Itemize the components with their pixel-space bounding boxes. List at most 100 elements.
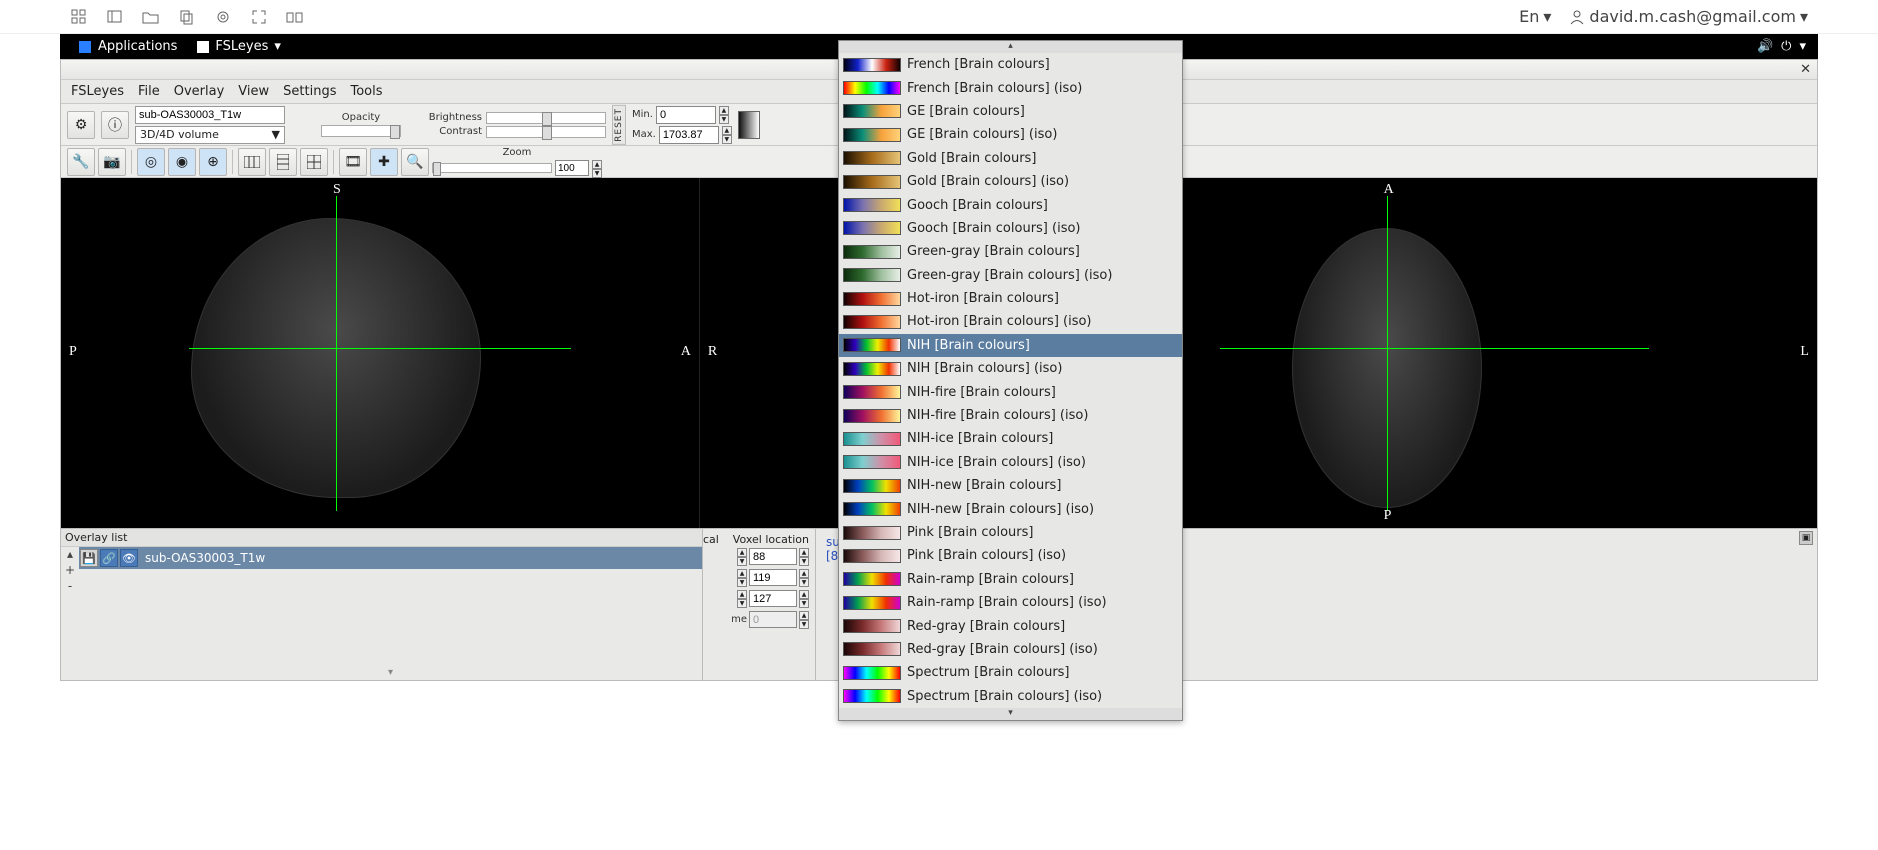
- overlay-remove-button[interactable]: -: [68, 579, 72, 593]
- zoom-slider[interactable]: [432, 163, 552, 173]
- colormap-option[interactable]: NIH [Brain colours]: [839, 334, 1182, 357]
- colormap-option[interactable]: Hot-iron [Brain colours] (iso): [839, 310, 1182, 333]
- opacity-slider[interactable]: [321, 125, 401, 137]
- colormap-option[interactable]: GE [Brain colours] (iso): [839, 123, 1182, 146]
- layout-horizontal-button[interactable]: [238, 148, 266, 176]
- layout-grid-button[interactable]: [300, 148, 328, 176]
- colormap-option[interactable]: Green-gray [Brain colours]: [839, 240, 1182, 263]
- chevron-down-icon[interactable]: ▾: [1799, 39, 1806, 54]
- settings-icon[interactable]: [214, 8, 232, 26]
- volume-icon[interactable]: 🔊: [1757, 39, 1773, 54]
- colormap-option[interactable]: Spectrum [Brain colours] (iso): [839, 685, 1182, 708]
- display-max-input[interactable]: [659, 126, 719, 144]
- snap-icon[interactable]: [286, 8, 304, 26]
- menu-settings[interactable]: Settings: [283, 84, 336, 99]
- colormap-option[interactable]: Red-gray [Brain colours] (iso): [839, 638, 1182, 661]
- colormap-option[interactable]: Gold [Brain colours] (iso): [839, 170, 1182, 193]
- voxel-y-spinner[interactable]: ▲▼: [799, 569, 809, 586]
- power-icon[interactable]: ⏻: [1781, 39, 1791, 54]
- min-spinner[interactable]: ▲▼: [719, 106, 729, 124]
- overlay-info-button[interactable]: ⓘ: [101, 111, 129, 139]
- copy-icon[interactable]: [178, 8, 196, 26]
- world-y-spinner[interactable]: ▲▼: [737, 569, 747, 586]
- contrast-slider[interactable]: [486, 126, 606, 138]
- colormap-option[interactable]: NIH-ice [Brain colours]: [839, 427, 1182, 450]
- colormap-option[interactable]: Red-gray [Brain colours]: [839, 614, 1182, 637]
- display-min-input[interactable]: [656, 106, 716, 124]
- overlay-up-button[interactable]: ▴: [67, 547, 73, 561]
- panel-close-button[interactable]: ▣: [1799, 531, 1813, 545]
- zoom-tool-button[interactable]: 🔍: [401, 148, 429, 176]
- overlay-settings-button[interactable]: ⚙: [67, 111, 95, 139]
- menu-view[interactable]: View: [238, 84, 269, 99]
- colormap-option[interactable]: Spectrum [Brain colours]: [839, 661, 1182, 684]
- world-x-spinner[interactable]: ▲▼: [737, 548, 747, 565]
- voxel-z-spinner[interactable]: ▲▼: [799, 590, 809, 607]
- volume-spinner[interactable]: ▲▼: [799, 611, 809, 628]
- colormap-option[interactable]: Rain-ramp [Brain colours] (iso): [839, 591, 1182, 614]
- pan-button[interactable]: ✚: [370, 148, 398, 176]
- colormap-option[interactable]: NIH-new [Brain colours]: [839, 474, 1182, 497]
- max-spinner[interactable]: ▲▼: [722, 126, 732, 144]
- language-indicator[interactable]: En ▾: [1519, 7, 1551, 26]
- colormap-label: Rain-ramp [Brain colours] (iso): [907, 595, 1107, 610]
- overlay-name-input[interactable]: [135, 106, 285, 124]
- brightness-slider[interactable]: [486, 112, 606, 124]
- colormap-option[interactable]: Gold [Brain colours]: [839, 147, 1182, 170]
- taskbar-app-fsleyes[interactable]: FSLeyes ▾: [187, 37, 291, 56]
- scroll-down-indicator[interactable]: ▾: [839, 708, 1182, 720]
- colormap-option[interactable]: Pink [Brain colours]: [839, 521, 1182, 544]
- voxel-x-input[interactable]: [749, 548, 797, 565]
- movie-mode-button[interactable]: 🎞: [339, 148, 367, 176]
- render-mode-select[interactable]: 3D/4D volume▼: [135, 126, 285, 144]
- colormap-option[interactable]: Hot-iron [Brain colours]: [839, 287, 1182, 310]
- toggle-cursor-button[interactable]: ◎: [137, 148, 165, 176]
- menu-overlay[interactable]: Overlay: [174, 84, 225, 99]
- voxel-x-spinner[interactable]: ▲▼: [799, 548, 809, 565]
- save-icon[interactable]: 💾: [80, 549, 98, 567]
- colormap-option[interactable]: NIH-new [Brain colours] (iso): [839, 497, 1182, 520]
- applications-menu[interactable]: Applications: [68, 37, 187, 56]
- colormap-option[interactable]: NIH-fire [Brain colours]: [839, 380, 1182, 403]
- view-settings-button[interactable]: 🔧: [67, 148, 95, 176]
- link-icon[interactable]: 🔗: [100, 549, 118, 567]
- colormap-option[interactable]: Green-gray [Brain colours] (iso): [839, 264, 1182, 287]
- folder-open-icon[interactable]: [142, 8, 160, 26]
- colormap-option[interactable]: GE [Brain colours]: [839, 100, 1182, 123]
- user-menu[interactable]: david.m.cash@gmail.com ▾: [1569, 7, 1808, 26]
- colormap-option[interactable]: French [Brain colours] (iso): [839, 76, 1182, 99]
- colormap-option[interactable]: NIH-fire [Brain colours] (iso): [839, 404, 1182, 427]
- toggle-labels-button[interactable]: ◉: [168, 148, 196, 176]
- colormap-dropdown[interactable]: ▴ French [Brain colours]French [Brain co…: [838, 40, 1183, 721]
- screenshot-button[interactable]: 📷: [98, 148, 126, 176]
- scroll-up-indicator[interactable]: ▴: [839, 41, 1182, 53]
- colormap-option[interactable]: Gooch [Brain colours] (iso): [839, 217, 1182, 240]
- colormap-option[interactable]: Gooch [Brain colours]: [839, 193, 1182, 216]
- layout-vertical-button[interactable]: [269, 148, 297, 176]
- world-z-spinner[interactable]: ▲▼: [737, 590, 747, 607]
- menu-file[interactable]: File: [138, 84, 160, 99]
- toggle-location-button[interactable]: ⊕: [199, 148, 227, 176]
- colormap-option[interactable]: NIH-ice [Brain colours] (iso): [839, 451, 1182, 474]
- volume-input[interactable]: [749, 611, 797, 628]
- zoom-spinner[interactable]: ▲▼: [592, 160, 602, 176]
- overlay-add-button[interactable]: +: [65, 563, 75, 577]
- colormap-option[interactable]: NIH [Brain colours] (iso): [839, 357, 1182, 380]
- menu-fsleyes[interactable]: FSLeyes: [71, 84, 124, 99]
- menu-tools[interactable]: Tools: [350, 84, 382, 99]
- colormap-option[interactable]: French [Brain colours]: [839, 53, 1182, 76]
- panel-icon[interactable]: [106, 8, 124, 26]
- sagittal-pane[interactable]: S P A: [61, 178, 700, 528]
- colormap-button[interactable]: [738, 111, 760, 139]
- voxel-y-input[interactable]: [749, 569, 797, 586]
- overlay-list-item[interactable]: 💾 🔗 👁 sub-OAS30003_T1w: [79, 547, 702, 569]
- colormap-option[interactable]: Rain-ramp [Brain colours]: [839, 568, 1182, 591]
- reset-display-button[interactable]: RESET: [612, 105, 626, 145]
- grid-icon[interactable]: [70, 8, 88, 26]
- window-close-button[interactable]: ✕: [1800, 62, 1811, 77]
- expand-icon[interactable]: [250, 8, 268, 26]
- colormap-option[interactable]: Pink [Brain colours] (iso): [839, 544, 1182, 567]
- zoom-input[interactable]: [555, 160, 589, 176]
- voxel-z-input[interactable]: [749, 590, 797, 607]
- visibility-icon[interactable]: 👁: [120, 549, 138, 567]
